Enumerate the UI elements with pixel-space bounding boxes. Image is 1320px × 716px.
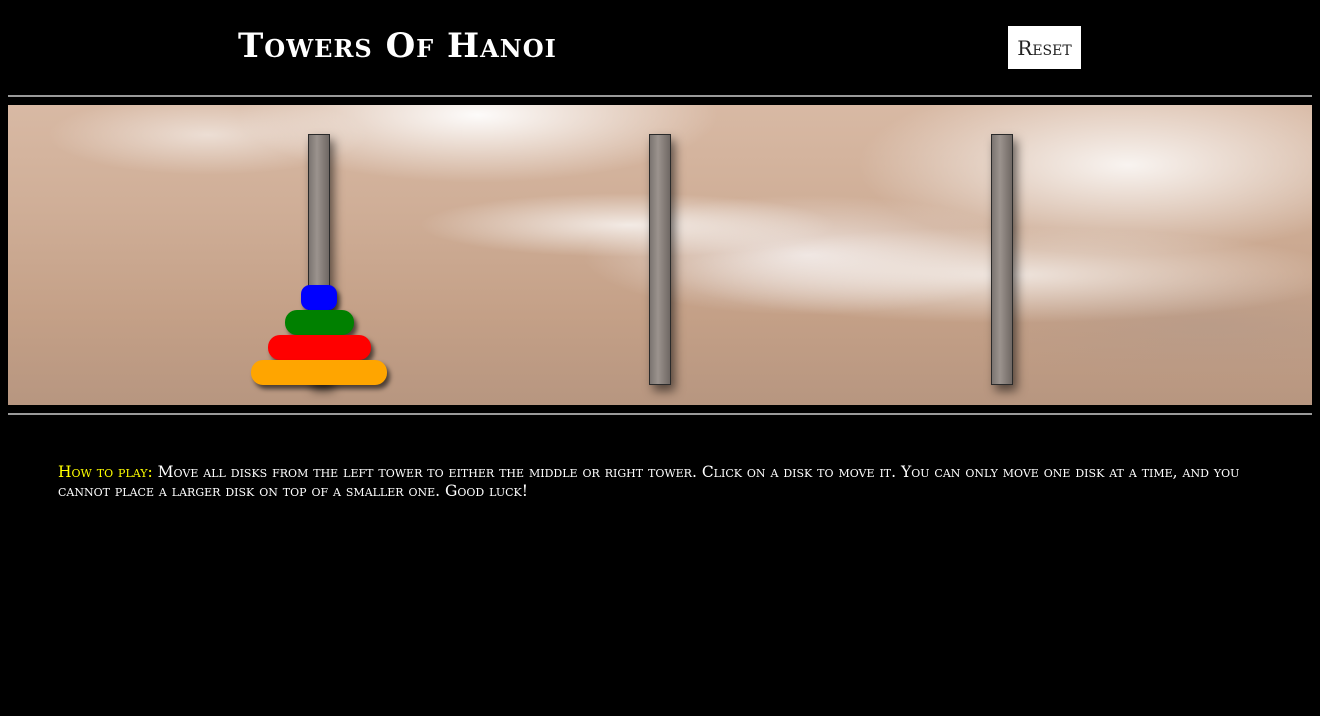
page-title: Towers Of Hanoi <box>238 26 557 66</box>
top-divider <box>8 95 1312 97</box>
reset-button[interactable]: Reset <box>1008 26 1081 69</box>
instructions-text: Move all disks from the left tower to ei… <box>58 463 1240 500</box>
tower-right[interactable] <box>991 134 1013 385</box>
tower-middle[interactable] <box>649 134 671 385</box>
disk-orange[interactable] <box>251 360 387 385</box>
disk-green[interactable] <box>285 310 354 335</box>
instructions: How to play: Move all disks from the lef… <box>58 463 1263 501</box>
disk-blue[interactable] <box>301 285 337 310</box>
disk-red[interactable] <box>268 335 371 360</box>
bottom-divider <box>8 413 1312 415</box>
instructions-label: How to play: <box>58 463 153 481</box>
game-board <box>8 105 1312 405</box>
